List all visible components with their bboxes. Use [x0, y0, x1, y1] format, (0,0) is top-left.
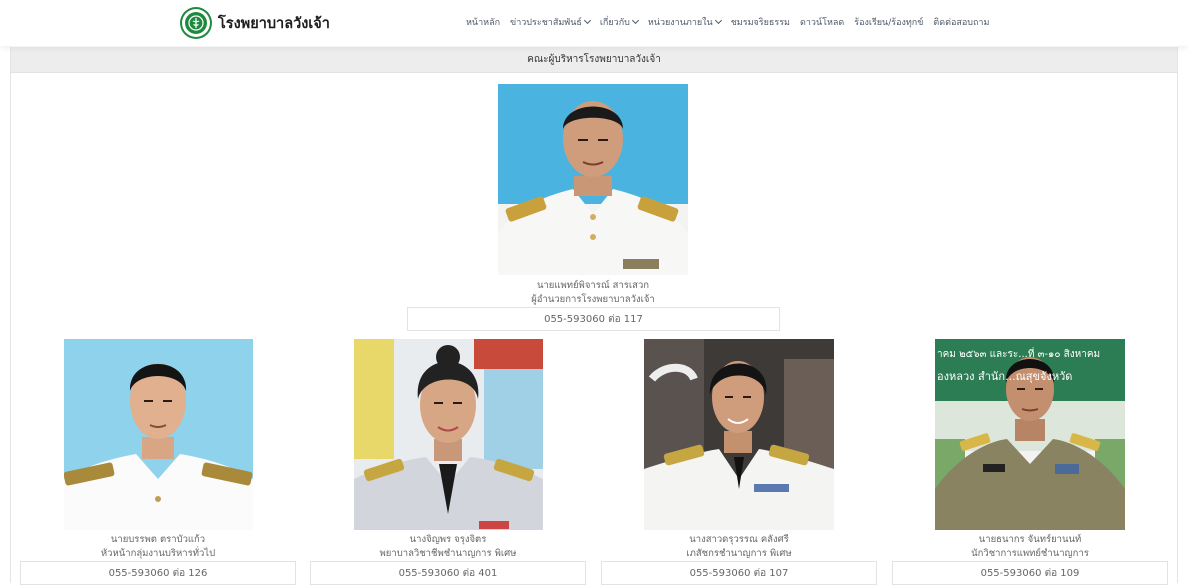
executive-role-4: นักวิชาการแพทย์ชำนาญการ	[971, 548, 1089, 559]
chevron-down-icon	[583, 16, 591, 24]
executive-role-2: พยาบาลวิชาชีพชำนาญการ พิเศษ	[379, 548, 517, 559]
photo-banner-line-1: าคม ๒๕๖๓ และระ...ที่ ๓-๑๐ สิงหาคม	[937, 349, 1101, 360]
nav-contact[interactable]: ติดต่อสอบถาม	[933, 15, 989, 29]
executive-photo-2	[354, 339, 543, 530]
nav-complaints-label: ร้องเรียน/ร้องทุกข์	[854, 18, 924, 28]
director-photo	[498, 84, 688, 275]
executive-role-1: หัวหน้ากลุ่มงานบริหารทั่วไป	[100, 548, 216, 559]
executive-phone-3: 055-593060 ต่อ 107	[601, 561, 877, 585]
chevron-down-icon	[714, 16, 722, 24]
executive-name-3: นางสาวดรุวรรณ คลังศรี	[689, 534, 789, 545]
nav-news[interactable]: ข่าวประชาสัมพันธ์	[510, 15, 591, 29]
executive-phone-4: 055-593060 ต่อ 109	[892, 561, 1168, 585]
section-header: คณะผู้บริหารโรงพยาบาลวังเจ้า	[11, 47, 1177, 73]
site-brand[interactable]: โรงพยาบาลวังเจ้า	[182, 8, 330, 38]
executive-name-1: นายบรรพต ตราบัวแก้ว	[110, 534, 206, 545]
executive-photo-4: าคม ๒๕๖๓ และระ...ที่ ๓-๑๐ สิงหาคม องหลวง…	[935, 339, 1125, 530]
executive-name-4: นายธนากร จันทร์ยานนท์	[978, 534, 1082, 545]
nav-about-label: เกี่ยวกับ	[599, 18, 630, 28]
nav-departments[interactable]: หน่วยงานภายใน	[647, 15, 722, 29]
nav-ethics-club-label: ชมรมจริยธรรม	[730, 18, 790, 28]
photo-banner-line-2: องหลวง สำนัก...ณสุขจังหวัด	[937, 370, 1073, 383]
nav-news-label: ข่าวประชาสัมพันธ์	[510, 18, 582, 28]
nav-home-label: หน้าหลัก	[466, 18, 501, 28]
executive-phone-1: 055-593060 ต่อ 126	[20, 561, 296, 585]
nav-contact-label: ติดต่อสอบถาม	[933, 18, 990, 28]
nav-complaints[interactable]: ร้องเรียน/ร้องทุกข์	[854, 15, 923, 29]
nav-home[interactable]: หน้าหลัก	[466, 15, 500, 29]
hospital-logo-icon	[182, 9, 210, 37]
nav-download[interactable]: ดาวน์โหลด	[800, 15, 844, 29]
nav-ethics-club[interactable]: ชมรมจริยธรรม	[731, 15, 790, 29]
site-name: โรงพยาบาลวังเจ้า	[218, 15, 330, 32]
top-navbar: โรงพยาบาลวังเจ้า หน้าหลัก ข่าวประชาสัมพั…	[0, 0, 1188, 46]
director-name: นายแพทย์พิจารณ์ สารเสวก	[536, 280, 650, 291]
director-role: ผู้อำนวยการโรงพยาบาลวังเจ้า	[531, 294, 655, 305]
nav-about[interactable]: เกี่ยวกับ	[599, 15, 639, 29]
nav-download-label: ดาวน์โหลด	[800, 18, 845, 28]
executive-phone-2: 055-593060 ต่อ 401	[310, 561, 586, 585]
main-menu: หน้าหลัก ข่าวประชาสัมพันธ์ เกี่ยวกับ หน่…	[466, 15, 989, 29]
nav-departments-label: หน่วยงานภายใน	[647, 18, 713, 28]
section-title: คณะผู้บริหารโรงพยาบาลวังเจ้า	[527, 54, 661, 65]
executive-photo-3	[644, 339, 834, 530]
executive-role-3: เภสัชกรชำนาญการ พิเศษ	[686, 548, 792, 559]
executive-photo-1	[64, 339, 253, 530]
executive-name-2: นางจิญพร จรุงจิตร	[409, 534, 487, 545]
chevron-down-icon	[631, 16, 639, 24]
director-phone: 055-593060 ต่อ 117	[407, 307, 780, 331]
